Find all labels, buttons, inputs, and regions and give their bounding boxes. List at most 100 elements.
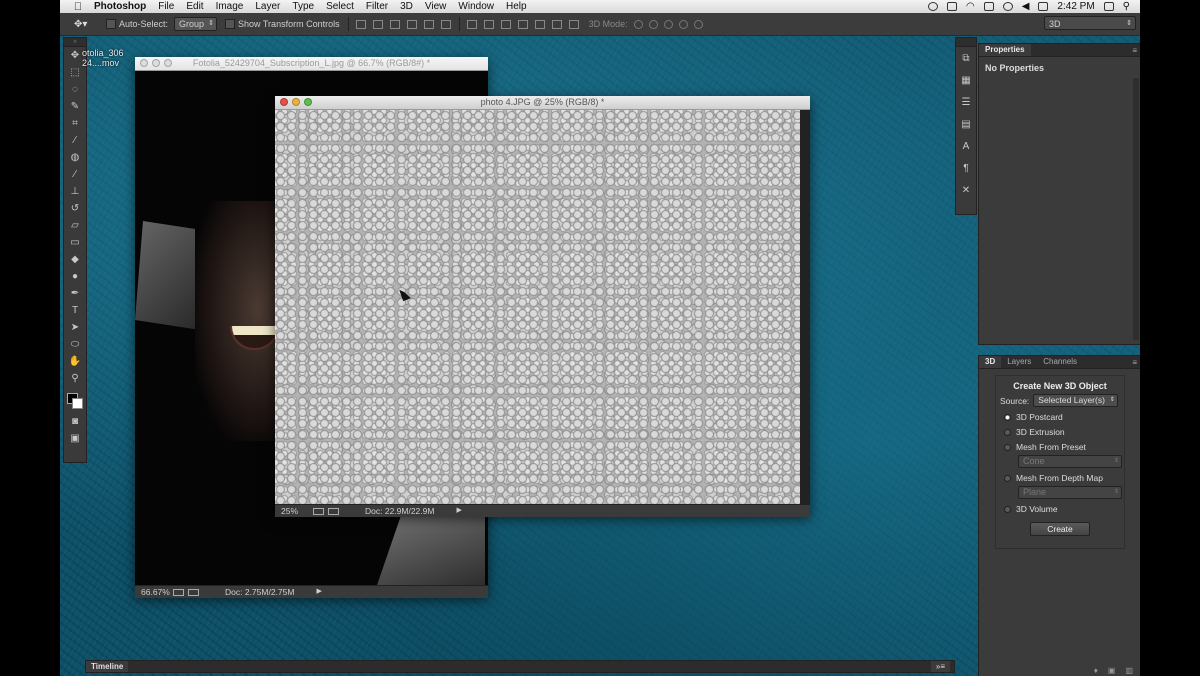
align-top-icon[interactable] xyxy=(355,19,366,29)
zoom-tool-icon[interactable]: ⚲ xyxy=(64,370,86,387)
zoom-level[interactable]: 25% xyxy=(275,505,313,517)
zoom-button[interactable] xyxy=(164,59,172,67)
move-tool-preset-icon[interactable]: ✥▾ xyxy=(74,19,98,30)
distribute-vcenter-icon[interactable] xyxy=(483,19,494,29)
align-vcenter-icon[interactable] xyxy=(372,19,383,29)
new-object-icon[interactable]: ▣ xyxy=(1108,666,1116,675)
menu-select[interactable]: Select xyxy=(326,1,354,12)
character-panel-icon[interactable]: A xyxy=(956,135,976,157)
close-button[interactable] xyxy=(280,98,288,106)
styles-panel-icon[interactable]: ▤ xyxy=(956,113,976,135)
spotlight-icon[interactable]: ⚲ xyxy=(1123,1,1130,12)
hand-tool-icon[interactable]: ✋ xyxy=(64,353,86,370)
menu-file[interactable]: File xyxy=(158,1,174,12)
panel-grip[interactable] xyxy=(956,38,976,47)
share-icon[interactable] xyxy=(188,588,199,596)
eraser-icon[interactable]: ▱ xyxy=(64,217,86,234)
auto-align-icon[interactable] xyxy=(568,19,579,29)
menu-view[interactable]: View xyxy=(425,1,447,12)
panel-menu-icon[interactable]: ≡ xyxy=(1132,358,1137,367)
distribute-left-icon[interactable] xyxy=(517,19,528,29)
menu-window[interactable]: Window xyxy=(458,1,494,12)
close-button[interactable] xyxy=(140,59,148,67)
menu-layer[interactable]: Layer xyxy=(255,1,280,12)
crop-tool-icon[interactable]: ⌗ xyxy=(64,115,86,132)
radio-icon[interactable] xyxy=(1004,474,1011,482)
auto-select-dropdown[interactable]: Group xyxy=(174,17,218,31)
3d-pan-icon[interactable] xyxy=(663,19,673,29)
tab-properties[interactable]: Properties xyxy=(979,44,1031,56)
color-swatches[interactable] xyxy=(64,387,86,413)
timeline-tab[interactable]: Timeline xyxy=(86,661,129,672)
menu-3d[interactable]: 3D xyxy=(400,1,413,12)
gradient-icon[interactable]: ▭ xyxy=(64,234,86,251)
blur-tool-icon[interactable]: ◆ xyxy=(64,251,86,268)
fast-user-switch-icon[interactable] xyxy=(1103,2,1114,11)
option-3d-postcard[interactable]: 3D Postcard xyxy=(1004,412,1124,422)
radio-icon[interactable] xyxy=(1004,428,1011,436)
document-window-photo4[interactable]: photo 4.JPG @ 25% (RGB/8) * 25% Doc: 22.… xyxy=(275,96,810,517)
option-3d-volume[interactable]: 3D Volume xyxy=(1004,504,1124,514)
tab-layers[interactable]: Layers xyxy=(1001,356,1037,368)
radio-icon[interactable] xyxy=(1004,443,1011,451)
zoom-button[interactable] xyxy=(304,98,312,106)
create-button[interactable]: Create xyxy=(1030,522,1090,536)
panel-menu-icon[interactable]: »≡ xyxy=(930,661,950,672)
panel-grip[interactable]: » xyxy=(64,38,86,47)
app-menu[interactable]: Photoshop xyxy=(94,1,146,12)
time-machine-icon[interactable] xyxy=(1002,2,1013,11)
document-titlebar[interactable]: photo 4.JPG @ 25% (RGB/8) * xyxy=(275,96,810,110)
notifications-icon[interactable] xyxy=(946,2,957,11)
menu-type[interactable]: Type xyxy=(292,1,314,12)
light-icon[interactable]: ♦ xyxy=(1094,666,1098,675)
distribute-top-icon[interactable] xyxy=(466,19,477,29)
status-menu-arrow-icon[interactable]: ▶ xyxy=(456,505,461,517)
document-canvas[interactable] xyxy=(275,110,810,504)
background-color[interactable] xyxy=(72,398,83,409)
properties-scrollbar[interactable] xyxy=(1133,78,1139,340)
clone-stamp-icon[interactable]: ⊥ xyxy=(64,183,86,200)
align-hcenter-icon[interactable] xyxy=(423,19,434,29)
distribute-bottom-icon[interactable] xyxy=(500,19,511,29)
3d-scale-icon[interactable] xyxy=(693,19,703,29)
history-panel-icon[interactable]: ⧉ xyxy=(956,47,976,69)
radio-selected-icon[interactable] xyxy=(1004,413,1011,421)
display-icon[interactable] xyxy=(983,2,994,11)
type-tool-icon[interactable]: T xyxy=(64,302,86,319)
swatches-panel-icon[interactable]: ▦ xyxy=(956,69,976,91)
desktop-file-label[interactable]: otolia_306 24....mov xyxy=(82,48,124,68)
3d-slide-icon[interactable] xyxy=(678,19,688,29)
menu-filter[interactable]: Filter xyxy=(366,1,388,12)
eyedropper-icon[interactable]: ⁄ xyxy=(64,132,86,149)
zoom-level[interactable]: 66.67% xyxy=(135,586,173,598)
distribute-right-icon[interactable] xyxy=(551,19,562,29)
panel-menu-icon[interactable]: ≡ xyxy=(1132,46,1137,55)
align-bottom-icon[interactable] xyxy=(389,19,400,29)
3d-roll-icon[interactable] xyxy=(648,19,658,29)
minimize-button[interactable] xyxy=(292,98,300,106)
brush-tool-icon[interactable]: ∕ xyxy=(64,166,86,183)
tab-3d[interactable]: 3D xyxy=(979,356,1002,368)
distribute-hcenter-icon[interactable] xyxy=(534,19,545,29)
share-icon[interactable] xyxy=(328,507,339,515)
trash-icon[interactable]: ▥ xyxy=(1125,666,1133,675)
document-titlebar[interactable]: Fotolia_52429704_Subscription_L.jpg @ 66… xyxy=(135,57,488,71)
tab-channels[interactable]: Channels xyxy=(1037,356,1083,368)
menubar-clock[interactable]: 2:42 PM xyxy=(1057,1,1094,12)
align-left-icon[interactable] xyxy=(406,19,417,29)
lasso-tool-icon[interactable]: ◌ xyxy=(64,81,86,98)
quick-mask-icon[interactable]: ◙ xyxy=(64,413,86,430)
depth-map-dropdown[interactable]: Plane xyxy=(1018,486,1122,499)
option-mesh-from-depth-map[interactable]: Mesh From Depth Map xyxy=(1004,473,1124,483)
healing-brush-icon[interactable]: ◍ xyxy=(64,149,86,166)
pen-tool-icon[interactable]: ✒ xyxy=(64,285,86,302)
tool-presets-icon[interactable]: ✕ xyxy=(956,179,976,201)
battery-icon[interactable] xyxy=(1038,2,1049,11)
minimize-button[interactable] xyxy=(152,59,160,67)
option-3d-extrusion[interactable]: 3D Extrusion xyxy=(1004,427,1124,437)
shape-tool-icon[interactable]: ⬭ xyxy=(64,336,86,353)
source-dropdown[interactable]: Selected Layer(s) xyxy=(1033,394,1118,407)
path-select-icon[interactable]: ➤ xyxy=(64,319,86,336)
workspace-switcher[interactable]: 3D xyxy=(1044,16,1136,31)
menu-image[interactable]: Image xyxy=(216,1,244,12)
